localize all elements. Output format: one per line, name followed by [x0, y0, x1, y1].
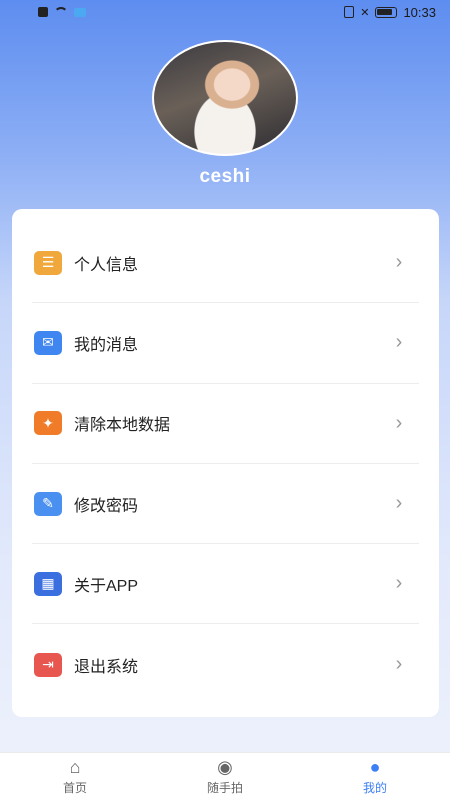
avatar[interactable] [152, 40, 298, 156]
menu-item-logout[interactable]: ⇥ 退出系统 › [32, 624, 419, 704]
menu-item-label: 个人信息 [74, 256, 139, 274]
username: ceshi [199, 166, 251, 187]
signal-off-icon: ✕ [360, 6, 370, 19]
app-icon [74, 7, 86, 17]
battery-icon [375, 6, 398, 18]
vibrate-icon [344, 6, 355, 18]
person-info-icon: ☰ [34, 250, 62, 275]
menu-item-clear-data[interactable]: ✦ 清除本地数据 › [32, 384, 419, 464]
notification-icon [38, 7, 48, 17]
home-icon: ⌂ [69, 757, 81, 777]
camera-icon: ◉ [217, 757, 233, 777]
menu-item-label: 退出系统 [74, 658, 139, 676]
logout-icon: ⇥ [34, 652, 62, 677]
tab-label: 随手拍 [206, 781, 243, 795]
status-bar: ✕ 10:33 [0, 0, 450, 24]
menu-item-change-password[interactable]: ✎ 修改密码 › [32, 464, 419, 545]
chevron-right-icon: › [395, 492, 403, 515]
chevron-right-icon: › [395, 251, 403, 274]
tab-label: 首页 [62, 781, 87, 795]
menu-item-personal-info[interactable]: ☰ 个人信息 › [32, 223, 419, 304]
menu-item-about-app[interactable]: ▦ 关于APP › [32, 544, 419, 625]
tab-home[interactable]: ⌂ 首页 [0, 753, 150, 800]
tab-mine[interactable]: ● 我的 [300, 753, 450, 800]
menu-item-my-messages[interactable]: ✉ 我的消息 › [32, 303, 419, 384]
tab-label: 我的 [362, 781, 387, 795]
status-right: ✕ 10:33 [344, 5, 436, 20]
chevron-right-icon: › [395, 331, 403, 354]
chevron-right-icon: › [395, 653, 403, 676]
menu-item-label: 修改密码 [74, 497, 139, 515]
edit-icon: ✎ [34, 491, 62, 516]
message-icon: ✉ [34, 330, 62, 355]
apps-icon: ▦ [34, 571, 62, 596]
menu-item-label: 清除本地数据 [74, 417, 171, 435]
bottom-tab-bar: ⌂ 首页 ◉ 随手拍 ● 我的 [0, 752, 450, 800]
user-icon: ● [369, 757, 381, 777]
wifi-icon [54, 7, 68, 17]
status-left [38, 7, 86, 17]
menu-item-label: 我的消息 [74, 336, 139, 354]
broom-icon: ✦ [34, 411, 62, 436]
menu-card: ☰ 个人信息 › ✉ 我的消息 › ✦ 清除本地数据 › ✎ 修改密码 › ▦ … [12, 209, 439, 717]
tab-snapshot[interactable]: ◉ 随手拍 [150, 753, 300, 800]
chevron-right-icon: › [395, 411, 403, 434]
chevron-right-icon: › [395, 572, 403, 595]
menu-item-label: 关于APP [74, 577, 139, 595]
status-time: 10:33 [403, 4, 436, 20]
profile-header: ceshi [0, 40, 450, 188]
